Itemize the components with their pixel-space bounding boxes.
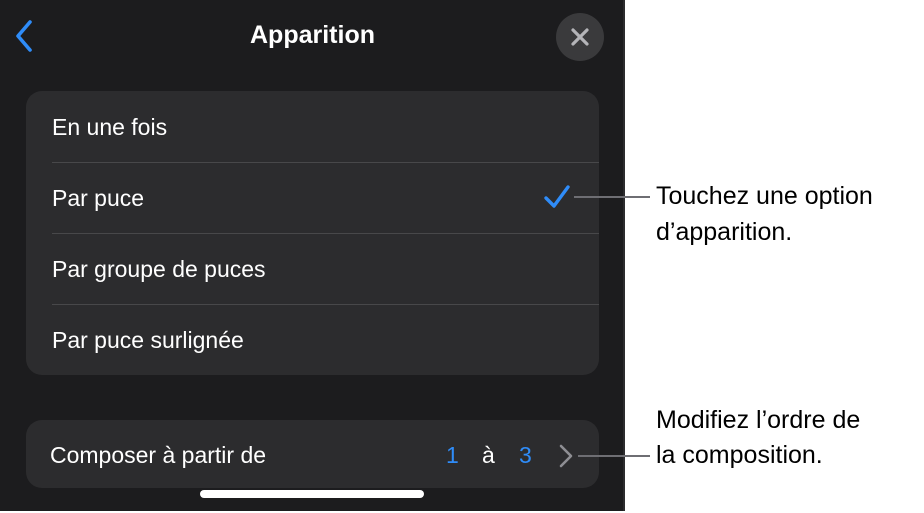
close-icon xyxy=(571,28,589,46)
compose-label: Composer à partir de xyxy=(50,442,267,468)
callout-option-line2: d’apparition. xyxy=(656,218,793,246)
callout-order-line2: la composition. xyxy=(656,441,823,469)
option-par-groupe-de-puces[interactable]: Par groupe de puces xyxy=(26,233,599,304)
home-indicator xyxy=(200,490,424,498)
screenshot-stage: Apparition En une fois Par puce Par grou… xyxy=(0,0,924,513)
appearance-panel: Apparition En une fois Par puce Par grou… xyxy=(0,0,625,511)
chevron-right-icon xyxy=(559,444,573,468)
option-par-puce-surlignee[interactable]: Par puce surlignée xyxy=(26,304,599,375)
checkmark-icon xyxy=(544,185,570,208)
close-button[interactable] xyxy=(556,13,604,61)
callout-order-line1: Modifiez l’ordre de xyxy=(656,406,861,434)
appearance-options-list: En une fois Par puce Par groupe de puces… xyxy=(26,91,599,375)
compose-from-value: 1 xyxy=(446,442,459,468)
option-label: En une fois xyxy=(52,114,168,140)
compose-separator: à xyxy=(482,442,495,468)
option-en-une-fois[interactable]: En une fois xyxy=(26,91,599,162)
callout-line-option xyxy=(574,196,650,198)
option-label: Par puce xyxy=(52,185,145,211)
option-label: Par groupe de puces xyxy=(52,256,266,282)
option-label: Par puce surlignée xyxy=(52,327,244,353)
compose-range-row[interactable]: Composer à partir de 1 à 3 xyxy=(26,420,599,488)
option-par-puce[interactable]: Par puce xyxy=(26,162,599,233)
panel-header: Apparition xyxy=(0,0,625,72)
callout-option-line1: Touchez une option xyxy=(656,182,873,210)
callout-line-order xyxy=(578,455,650,457)
compose-to-value: 3 xyxy=(519,442,532,468)
page-title: Apparition xyxy=(250,21,375,49)
